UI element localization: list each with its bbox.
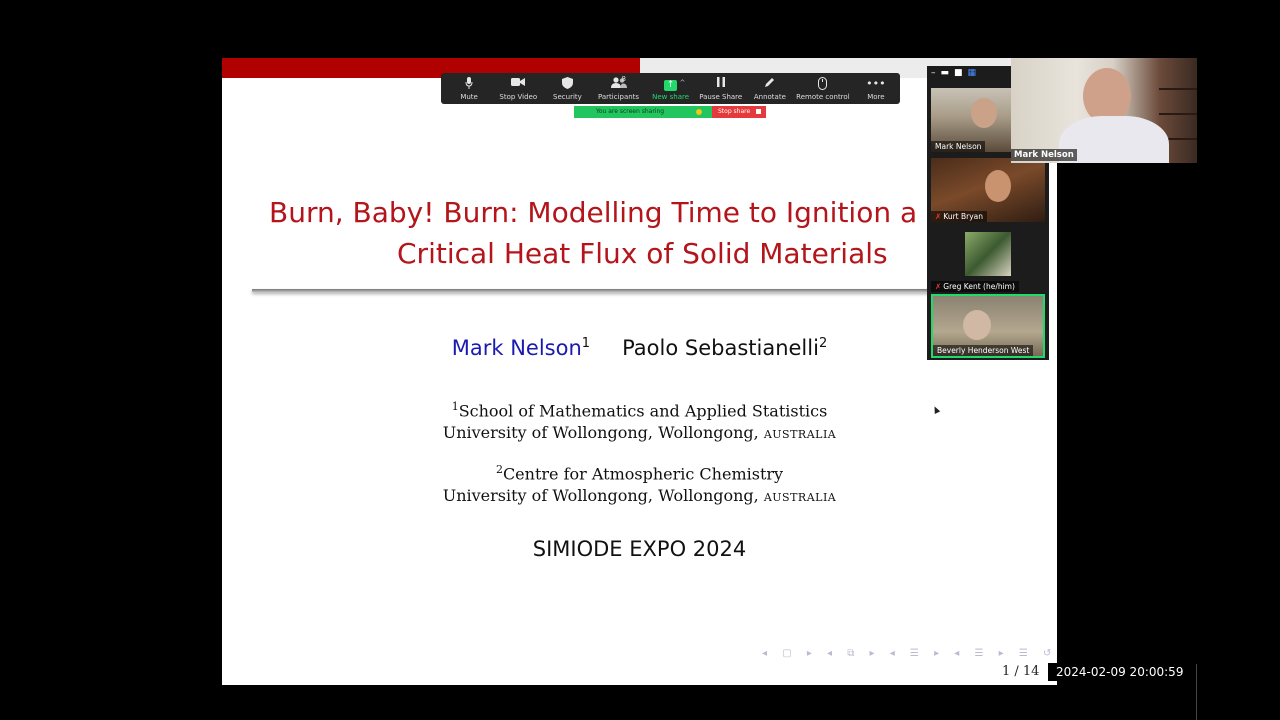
strip-view-icon[interactable]: ▬ [941, 68, 950, 82]
author-mark-nelson[interactable]: Mark Nelson [452, 336, 582, 360]
mic-muted-icon: ✗ [935, 212, 942, 221]
participant-avatar [965, 232, 1011, 276]
affil-1-country: australia [763, 424, 837, 443]
sharing-status-dot [696, 109, 702, 115]
screen-sharing-indicator: You are screen sharing [574, 106, 712, 118]
participant-video [971, 98, 997, 128]
active-speaker-name: Mark Nelson [1011, 149, 1077, 161]
participant-name: Greg Kent (he/him) [943, 282, 1015, 291]
participant-name: Kurt Bryan [943, 212, 984, 221]
participant-name-row: ✗ Kurt Bryan [931, 211, 988, 222]
meeting-toolbar: Mute Stop Video Security 8 Participants … [441, 73, 900, 104]
affiliation-2: 2Centre for Atmospheric Chemistry Univer… [222, 459, 1057, 507]
affil-1-line-2: University of Wollongong, Wollongong, [442, 423, 764, 443]
panel-view-controls: – ▬ ■ ▦ [931, 68, 976, 82]
slide-title-line-2: Critical Heat Flux of Solid Materials [397, 237, 888, 270]
more-button[interactable]: ••• More [852, 73, 900, 104]
bookshelf [1159, 113, 1197, 115]
stop-share-button[interactable]: Stop share [712, 106, 766, 118]
divider [1196, 664, 1197, 720]
participant-tile[interactable]: ✗ Greg Kent (he/him) [931, 228, 1045, 292]
affil-2-country: australia [763, 487, 837, 506]
participant-name-row: ✗ Greg Kent (he/him) [931, 281, 1019, 292]
affil-1-sup: 1 [451, 400, 459, 413]
stop-icon [756, 109, 761, 114]
affil-2-sup: 2 [495, 463, 503, 476]
participants-count: 8 [621, 75, 626, 83]
shield-icon [543, 77, 591, 90]
author-2-sup: 2 [818, 336, 828, 351]
more-label: More [867, 93, 885, 101]
participant-tile[interactable]: ✗ Kurt Bryan [931, 158, 1045, 222]
affiliation-1: 1School of Mathematics and Applied Stati… [222, 396, 1057, 444]
mic-muted-icon: ✗ [935, 282, 942, 291]
recording-timestamp: 2024-02-09 20:00:59 [1048, 663, 1196, 681]
affil-1-line-1: School of Mathematics and Applied Statis… [458, 401, 828, 421]
share-screen-icon: ↑ [646, 77, 696, 91]
chevron-up-icon[interactable]: ^ [680, 79, 686, 87]
participant-name: Beverly Henderson West [933, 345, 1034, 356]
beamer-navigation-icons[interactable]: ◂ ▢ ▸ ◂ ⧉ ▸ ◂ ☰ ▸ ◂ ☰ ▸ ☰ ↺↻ [762, 648, 1057, 659]
event-name: SIMIODE EXPO 2024 [532, 537, 747, 561]
mouse-icon [794, 77, 852, 90]
author-paolo-sebastianelli: Paolo Sebastianelli [622, 336, 819, 360]
screen-sharing-text: You are screen sharing [596, 108, 665, 115]
gallery-view-icon[interactable]: ▦ [968, 68, 977, 82]
affil-2-line-2: University of Wollongong, Wollongong, [442, 486, 764, 506]
minimize-icon[interactable]: – [931, 68, 936, 82]
stop-share-label: Stop share [718, 108, 751, 115]
video-camera-icon [493, 77, 543, 90]
author-1-sup: 1 [581, 336, 591, 351]
page-number: 1 / 14 [1002, 664, 1040, 679]
slide-title-line-1: Burn, Baby! Burn: Modelling Time to Igni… [269, 196, 918, 229]
affil-2-line-1: Centre for Atmospheric Chemistry [502, 464, 784, 484]
pause-icon [696, 77, 746, 90]
active-speaker-video[interactable]: Mark Nelson [1011, 58, 1197, 163]
participant-video [963, 310, 991, 340]
pen-icon [746, 77, 794, 90]
speaker-view-icon[interactable]: ■ [954, 68, 963, 82]
bookshelf [1159, 88, 1197, 90]
participant-video [985, 170, 1011, 202]
mic-icon [445, 77, 493, 90]
participant-tile-active[interactable]: Beverly Henderson West [931, 294, 1045, 358]
title-divider [252, 289, 952, 292]
participant-name: Mark Nelson [931, 141, 986, 152]
participants-icon [592, 77, 646, 90]
more-dots-icon: ••• [866, 77, 886, 90]
